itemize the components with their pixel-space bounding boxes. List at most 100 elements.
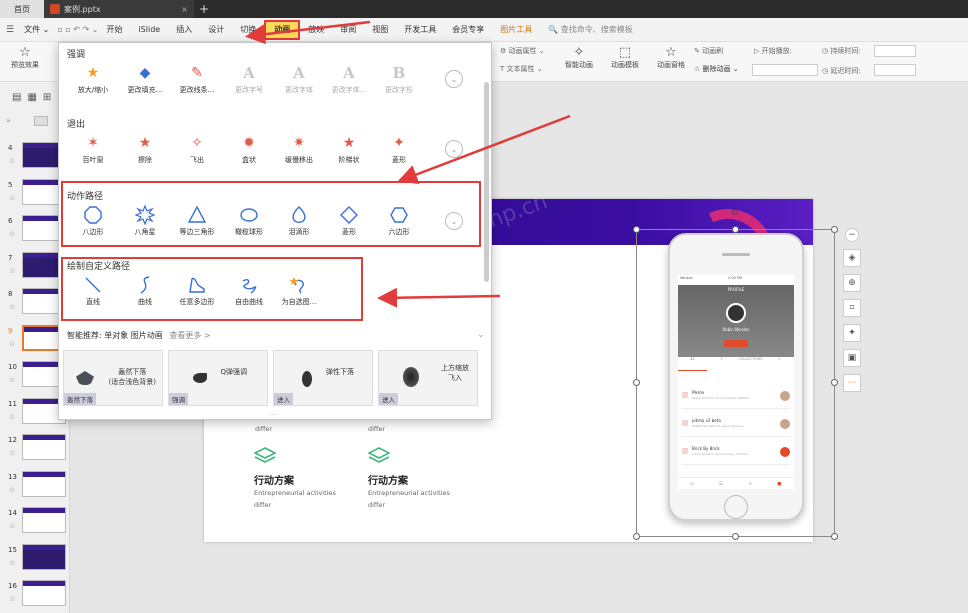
smart-animation-button[interactable]: ✧ 智能动画 (554, 44, 604, 70)
menu-developer[interactable]: 开发工具 (396, 18, 444, 42)
resize-handle[interactable] (831, 533, 838, 540)
resize-handle[interactable] (633, 379, 640, 386)
delay-label: ◷ 延迟时间: (822, 67, 861, 75)
slide-animation-star-icon: ☆ (9, 412, 16, 421)
effect-fly-out[interactable]: ✧ 飞出 (171, 133, 223, 165)
slide-thumb-number: 12 (8, 436, 17, 444)
preview-effect-button[interactable]: ☆ 预览效果 (0, 44, 50, 70)
rotate-handle-icon[interactable]: ↻ (731, 208, 741, 218)
smart-card-4[interactable]: 上方缩放 飞入 进入 (378, 350, 478, 406)
effect-stairs[interactable]: ★ 阶梯状 (323, 133, 375, 165)
outline-view-icon[interactable]: ▤ (12, 92, 21, 103)
menu-transition[interactable]: 切换 (232, 18, 264, 42)
expand-pane-icon[interactable]: » (6, 116, 11, 125)
start-play-select[interactable] (752, 64, 818, 76)
block-3-sub: differ (254, 501, 272, 509)
effect-label: 更改字形 (385, 86, 413, 94)
delay-field[interactable] (874, 64, 916, 76)
menu-file[interactable]: 文件 ⌄ (16, 18, 57, 42)
effect-box[interactable]: ✹ 盒状 (223, 133, 275, 165)
document-tab[interactable]: 案例.pptx × (44, 0, 194, 18)
font-color-icon: A (343, 64, 355, 82)
menu-picture-tools[interactable]: 图片工具 (492, 18, 540, 42)
effect-label: 擦除 (138, 156, 152, 164)
slide-thumbnail-header (23, 471, 65, 477)
slide-thumbnail[interactable] (22, 470, 66, 497)
diamond-star-icon: ✦ (393, 135, 405, 151)
effect-zoom[interactable]: ★ 放大/缩小 (67, 63, 119, 95)
effect-wipe[interactable]: ★ 擦除 (119, 133, 171, 165)
animation-pane-button[interactable]: ☆ 动画窗格 (646, 44, 696, 70)
menu-insert[interactable]: 插入 (168, 18, 200, 42)
hamburger-icon[interactable]: ☰ (6, 25, 14, 35)
effect-change-font: A 更改字体 (273, 63, 325, 95)
smart-card-1[interactable]: 轰然下落 (适合浅色背景) 轰然下落 (63, 350, 163, 406)
animation-brush-button[interactable]: ✎ 动画刷 (694, 46, 723, 56)
highlight-box-motion-path (61, 181, 481, 247)
smart-card-2[interactable]: Q弹强调 强调 (168, 350, 268, 406)
resize-handle[interactable] (732, 533, 739, 540)
pane-view-toggle[interactable] (34, 116, 48, 126)
home-tab[interactable]: 首页 (0, 0, 44, 18)
effect-diamond[interactable]: ✦ 菱形 (373, 133, 425, 165)
text-props-button[interactable]: T 文本属性 ⌄ (500, 64, 543, 74)
slide-thumbnail[interactable] (22, 580, 66, 606)
resize-handle[interactable] (633, 533, 640, 540)
menu-islide[interactable]: iSlide (130, 18, 168, 42)
panel-scrollbar[interactable] (484, 82, 489, 282)
card-4-text: 上方缩放 飞入 (441, 363, 469, 383)
crop-tool-icon[interactable]: ⌗ (843, 299, 861, 317)
layers-tool-icon[interactable]: ◈ (843, 249, 861, 267)
animation-template-button[interactable]: ⬚ 动画模板 (600, 44, 650, 70)
card-3-text: 弹性下落 (326, 367, 354, 377)
menu-view[interactable]: 视图 (364, 18, 396, 42)
more-tools-icon[interactable]: ⋯ (843, 374, 861, 392)
close-tab-icon[interactable]: × (181, 5, 188, 14)
effect-blinds[interactable]: ✶ 百叶窗 (67, 133, 119, 165)
effect-slow-out[interactable]: ✷ 缓慢移出 (273, 133, 325, 165)
image-tool-icon[interactable]: ▣ (843, 349, 861, 367)
see-more-link[interactable]: 查看更多 > (169, 331, 210, 340)
slide-animation-star-icon: ☆ (9, 449, 16, 457)
collapse-toolbar-icon[interactable]: − (845, 228, 859, 242)
resize-handle[interactable] (732, 226, 739, 233)
animation-pane-label: 动画窗格 (657, 61, 685, 69)
effect-label: 缓慢移出 (285, 156, 313, 164)
ppt-file-icon (50, 4, 60, 14)
new-slide-icon[interactable]: ⊞ (43, 92, 51, 103)
lightbulb-icon[interactable]: ✦ (843, 324, 861, 342)
menu-slideshow[interactable]: 放映 (300, 18, 332, 42)
more-exit-button[interactable]: ⌄ (445, 140, 463, 158)
zoom-tool-icon[interactable]: ⊕ (843, 274, 861, 292)
more-emphasis-button[interactable]: ⌄ (445, 70, 463, 88)
slide-thumb-number: 13 (8, 472, 17, 481)
image-selection-box[interactable] (636, 229, 835, 537)
slide-view-icon[interactable]: ▦ (27, 92, 36, 103)
resize-handle[interactable] (633, 226, 640, 233)
delete-animation-label: 删除动画 (702, 65, 731, 73)
add-tab-button[interactable]: + (194, 0, 214, 18)
menu-design[interactable]: 设计 (200, 18, 232, 42)
slide-thumbnail[interactable] (22, 434, 66, 460)
smart-recommend-header: 智能推荐: 单对象 图片动画 查看更多 > (67, 330, 211, 341)
menu-home[interactable]: 开始 (98, 18, 130, 42)
block-4-title: 行动方案 (368, 476, 408, 487)
resize-handle[interactable] (831, 379, 838, 386)
slide-animation-star-icon: ☆ (9, 266, 16, 275)
menu-animation[interactable]: 动画 (264, 19, 301, 40)
menu-review[interactable]: 审阅 (332, 18, 364, 42)
command-search[interactable]: 🔍 查找命令、搜索模板 (548, 24, 633, 35)
effect-change-fill[interactable]: ◆ 更改填充... (119, 63, 171, 95)
slide-thumbnail[interactable] (22, 543, 66, 570)
delete-animation-button[interactable]: ☆ 删除动画 ⌄ (694, 64, 739, 74)
animation-props-button[interactable]: ⚙ 动画属性 ⌄ (500, 46, 545, 56)
menu-member[interactable]: 会员专享 (444, 18, 492, 42)
slide-thumbnail[interactable] (22, 507, 66, 533)
collapse-smart-icon[interactable]: ⌄ (477, 330, 485, 340)
effect-change-line[interactable]: ✎ 更改线条... (171, 63, 223, 95)
menu-quick-icons[interactable]: ▫ ▫ ↶ ↷ ⌄ (57, 25, 98, 34)
resize-grip-icon[interactable]: ⋯ (269, 410, 277, 419)
resize-handle[interactable] (831, 226, 838, 233)
duration-field[interactable] (874, 45, 916, 57)
smart-card-3[interactable]: 弹性下落 进入 (273, 350, 373, 406)
